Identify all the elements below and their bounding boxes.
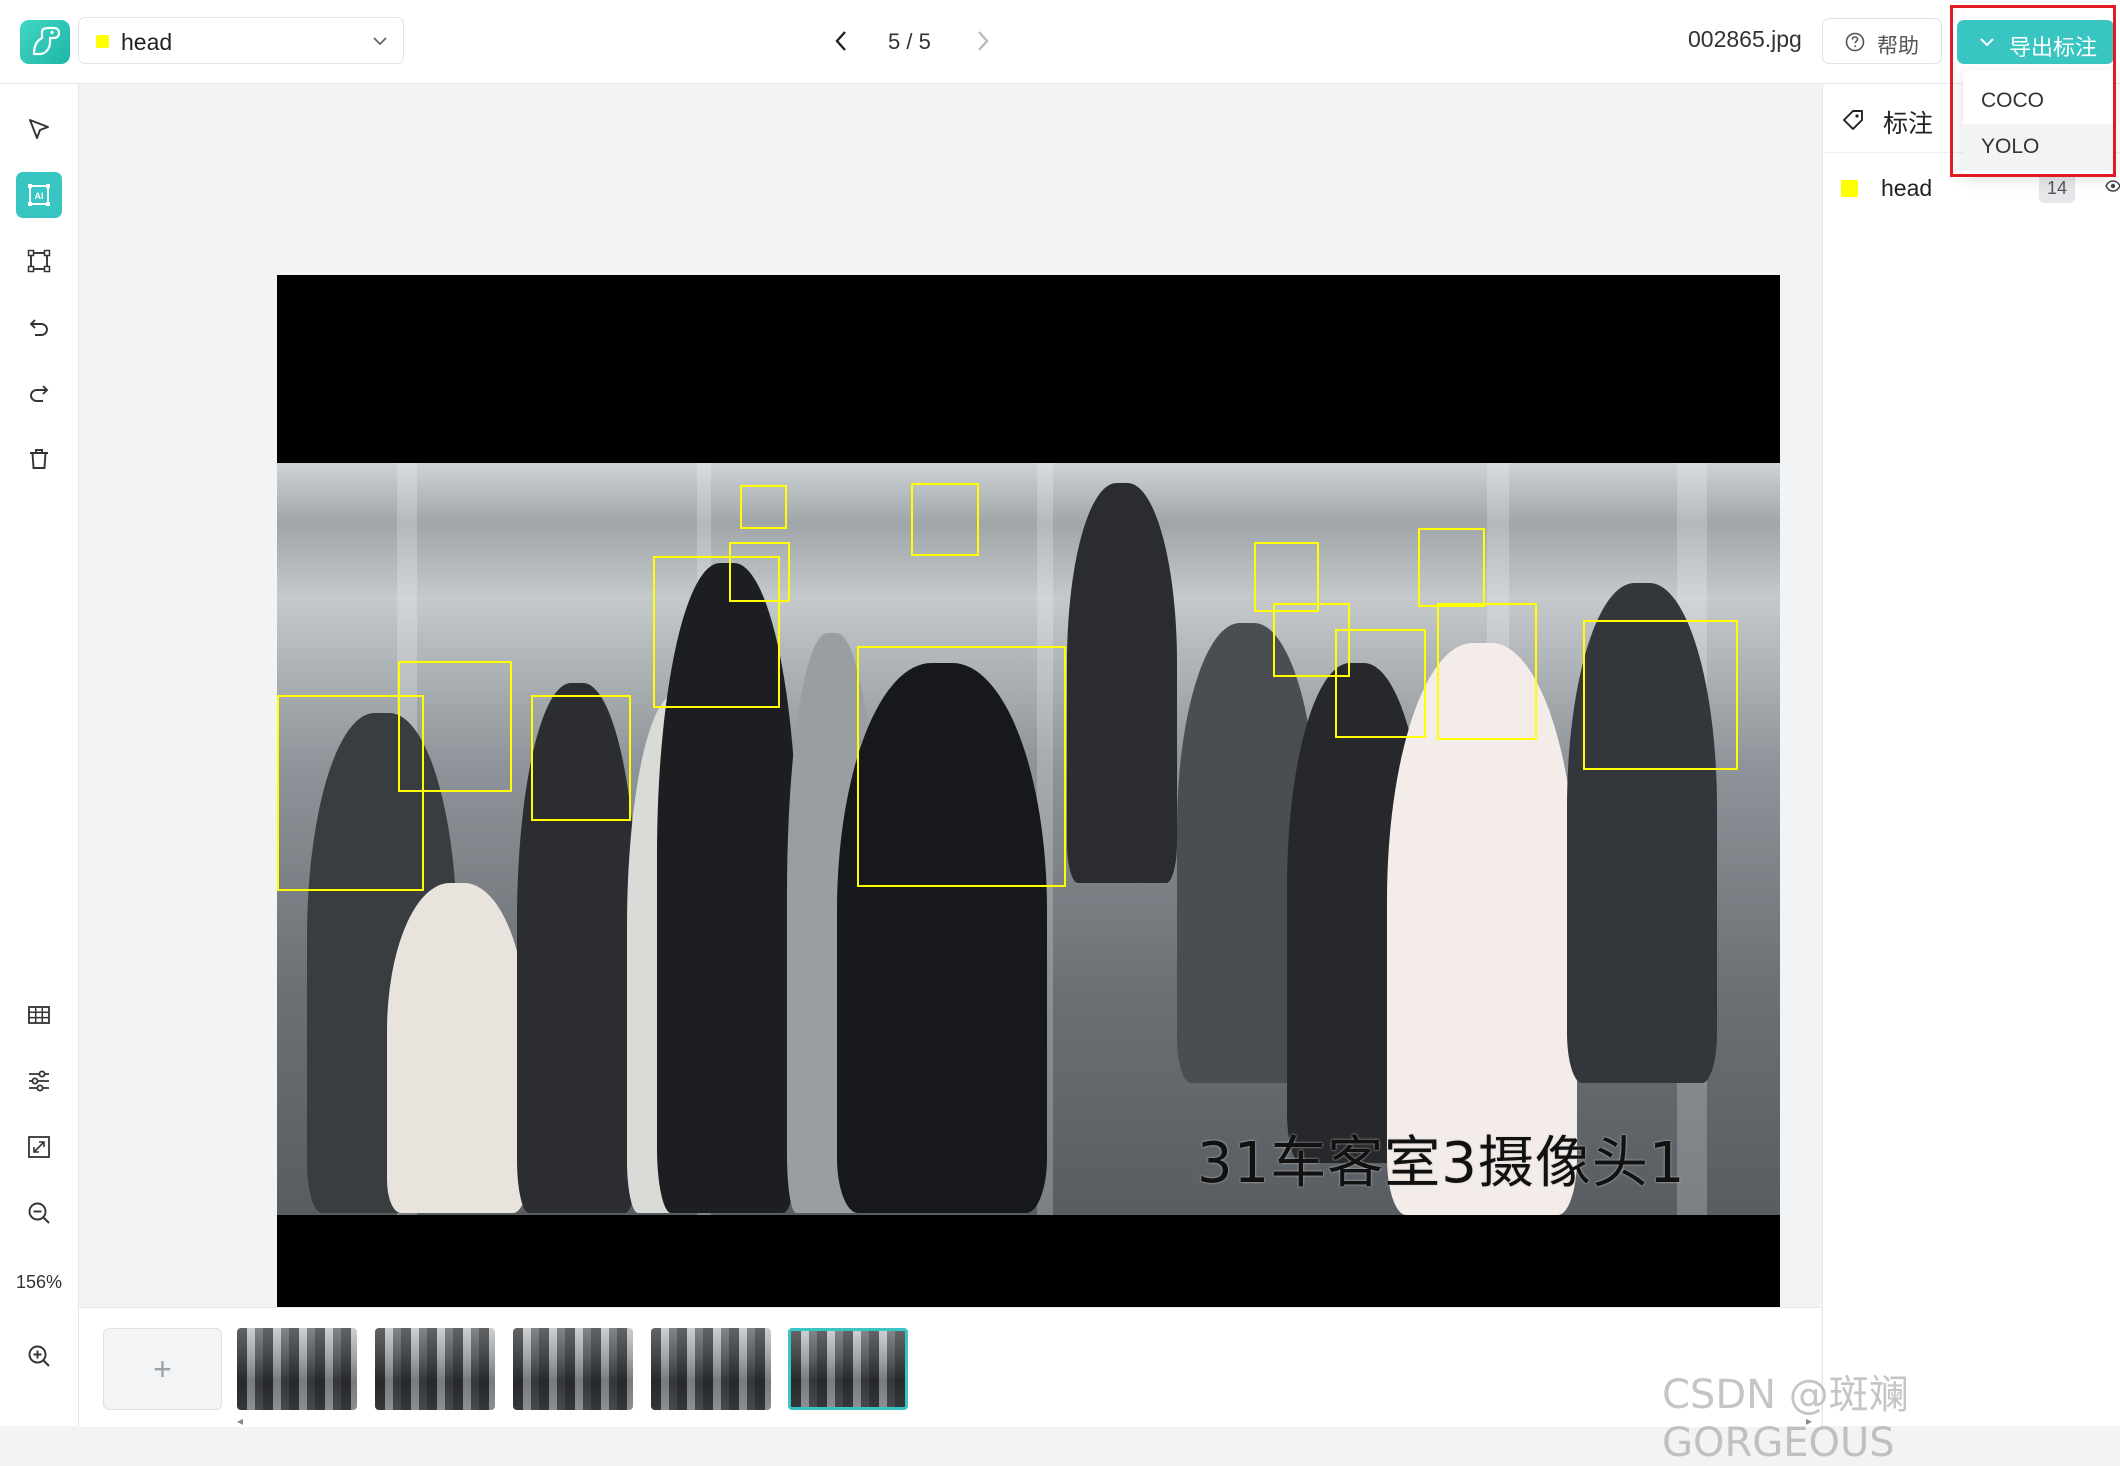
delete-button[interactable] [16,436,62,482]
help-button[interactable]: 帮助 [1822,18,1942,64]
thumbnail-filmstrip: + ◂ ▸ [79,1307,1821,1428]
thumbnail-2[interactable] [375,1328,495,1410]
annotation-canvas[interactable]: 31车客室3摄像头1 [79,84,1821,1392]
rectangle-icon [27,249,51,273]
head-bounding-box[interactable] [1437,603,1537,740]
redo-button[interactable] [16,370,62,416]
tag-icon [1843,110,1863,130]
rectangle-tool-button[interactable] [16,238,62,284]
redo-icon [30,385,49,402]
label-color-swatch [1841,180,1858,197]
thumbnail-1[interactable] [237,1328,357,1410]
annotations-title: 标注 [1883,110,1934,138]
select-tool-button[interactable] [16,106,62,152]
head-bounding-box[interactable] [1418,528,1485,607]
next-image-icon[interactable] [970,28,994,54]
head-bounding-box[interactable] [740,485,787,529]
previous-image-icon[interactable] [830,28,854,54]
zoom-in-icon [28,1345,50,1367]
grid-toggle-button[interactable] [16,992,62,1038]
watermark: CSDN @斑斓GORGEOUS [1662,1372,1909,1466]
grid-icon [28,1006,50,1024]
zoom-in-button[interactable] [16,1333,62,1379]
plus-icon: + [153,1351,172,1387]
label-count-badge: 14 [2039,173,2075,203]
trash-icon [30,449,48,469]
head-bounding-box[interactable] [653,556,780,708]
question-circle-icon [1845,32,1865,52]
eye-icon[interactable] [2105,178,2120,194]
label-selector[interactable]: head [78,17,404,64]
chevron-down-icon [373,37,387,46]
thumbnail-5-current[interactable] [788,1328,908,1410]
top-bar: head 5 / 5 002865.jpg 帮助 导出标注 [0,0,2120,84]
export-highlight-frame [1950,5,2116,177]
zoom-out-icon [28,1202,50,1224]
image-pager: 5 / 5 [820,20,1020,64]
label-color-swatch [96,35,109,48]
head-bounding-box[interactable] [1335,629,1426,738]
head-bounding-box[interactable] [1254,542,1319,612]
annotated-image[interactable]: 31车客室3摄像头1 [277,275,1780,1391]
add-image-button[interactable]: + [103,1328,222,1410]
ai-annotate-tool-button[interactable]: AI [16,172,62,218]
camera-overlay-caption: 31车客室3摄像头1 [1197,1131,1686,1196]
undo-button[interactable] [16,304,62,350]
undo-icon [29,319,48,336]
head-bounding-box[interactable] [531,695,631,821]
dino-logo-icon [32,26,61,56]
zoom-out-button[interactable] [16,1190,62,1236]
label-selector-value: head [121,29,173,55]
head-bounding-box[interactable] [277,695,424,891]
head-bounding-box[interactable] [857,646,1066,887]
help-label: 帮助 [1877,35,1919,58]
app-logo[interactable] [20,20,70,64]
head-bounding-box[interactable] [911,483,979,556]
label-name: head [1881,175,1933,201]
thumbnail-4[interactable] [651,1328,771,1410]
annotations-panel: 标注 head 14 [1822,84,2120,1426]
select-cursor-icon [29,119,49,139]
thumbnail-3[interactable] [513,1328,633,1410]
sliders-icon [29,1070,49,1092]
head-bounding-box[interactable] [1583,620,1738,770]
fit-screen-icon [28,1136,50,1158]
left-toolbar: AI 156% [0,84,79,1426]
page-counter: 5 / 5 [888,29,931,54]
ai-box-icon: AI [28,184,50,206]
adjustments-button[interactable] [16,1058,62,1104]
fit-to-screen-button[interactable] [16,1124,62,1170]
svg-text:AI: AI [35,191,44,201]
zoom-level: 156% [15,1272,63,1292]
current-filename: 002865.jpg [1688,26,1802,52]
